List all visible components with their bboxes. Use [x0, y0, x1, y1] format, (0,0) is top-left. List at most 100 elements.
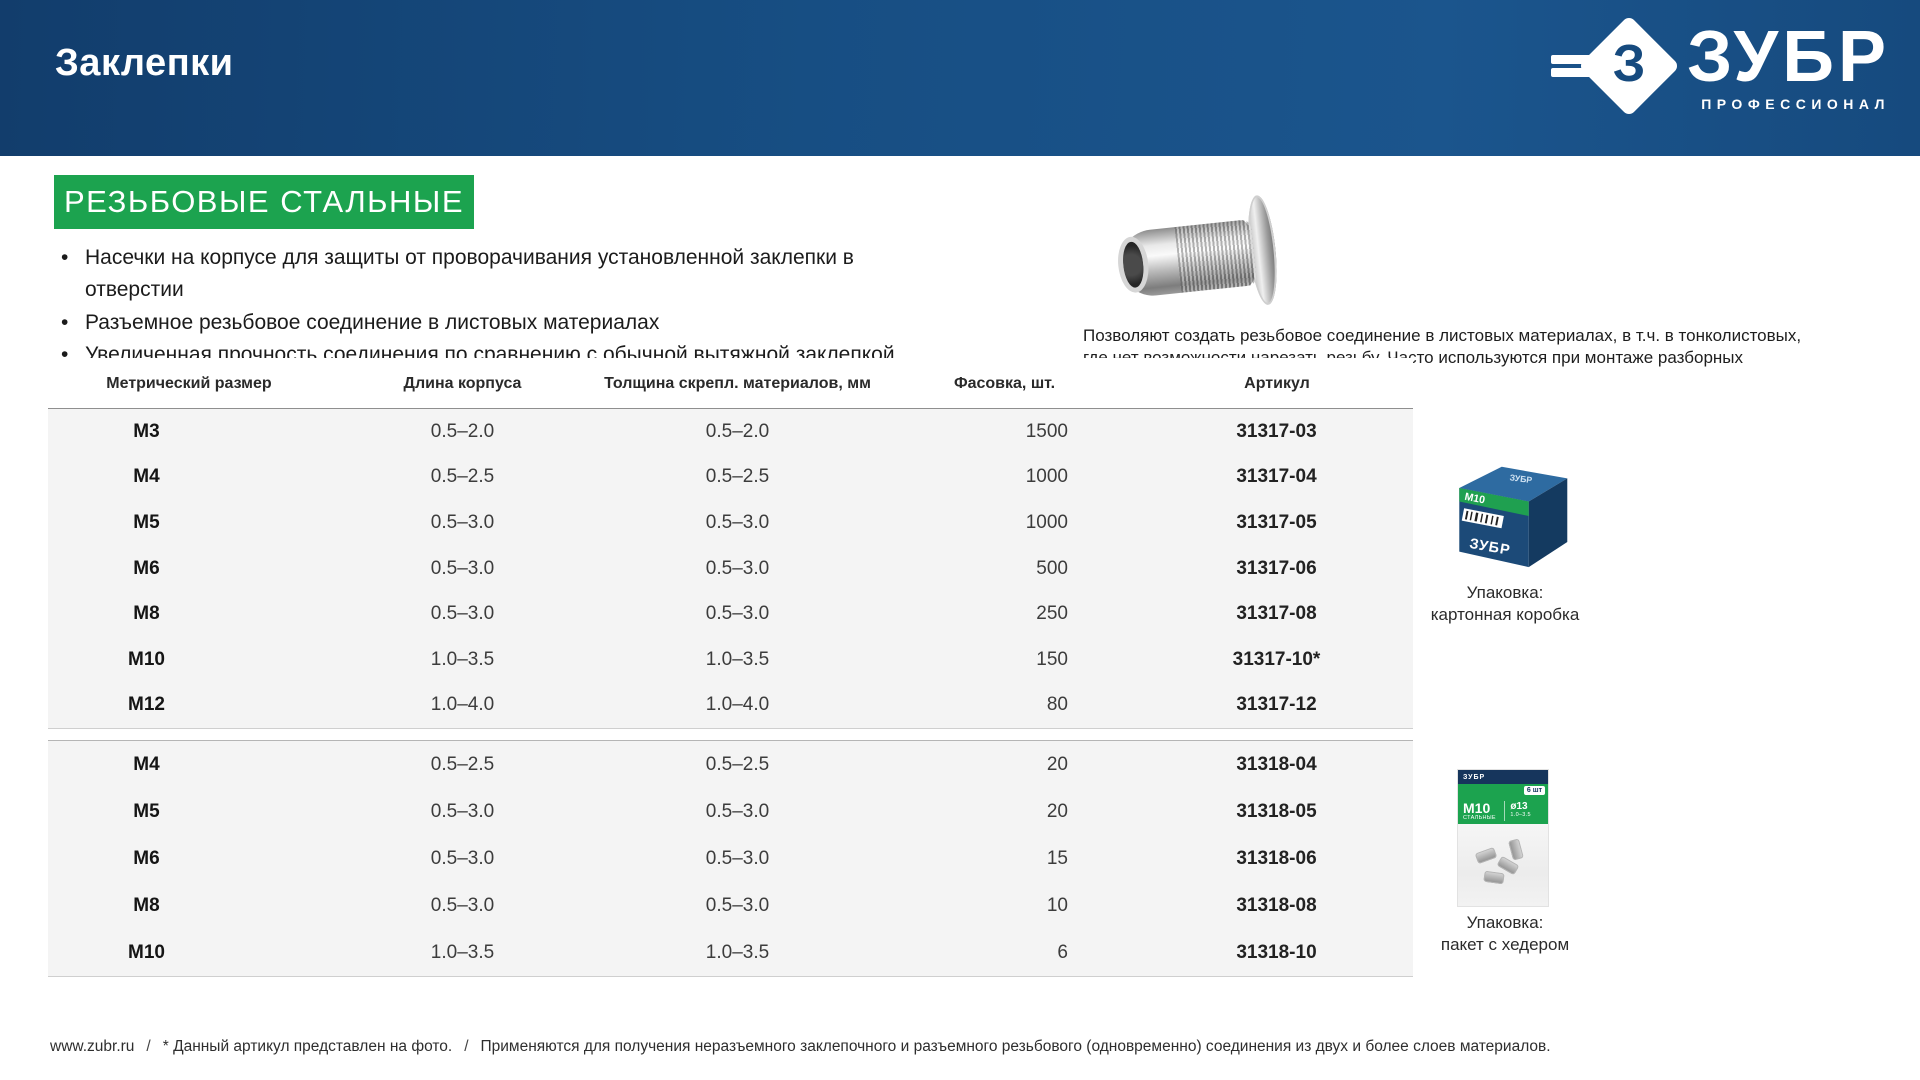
rivet-thumb [1475, 847, 1498, 864]
table-cell: 15 [880, 835, 1085, 882]
table-cell: 1.0–4.0 [595, 683, 880, 729]
table-cell: 0.5–2.0 [330, 409, 595, 455]
bag-range-label: 1.0–3.5 [1510, 812, 1530, 818]
brand-logo-text: ЗУБР ПРОФЕССИОНАЛ [1687, 21, 1890, 112]
table-cell: 0.5–3.0 [330, 788, 595, 835]
bag-header-card: 6 шт M10 СТАЛЬНЫЕ ø13 1.0–3.5 [1458, 784, 1548, 824]
table-cell: 31318-10 [1085, 929, 1413, 977]
table-cell: 1.0–4.0 [330, 683, 595, 729]
rivet-product-image [1116, 200, 1278, 318]
table-cell: 0.5–2.5 [595, 741, 880, 789]
table-cell: 0.5–2.0 [595, 409, 880, 455]
table-cell: 1.0–3.5 [330, 637, 595, 683]
footer-note-usage: Применяются для получения неразъемного з… [481, 1038, 1551, 1055]
rivet-knurl [1175, 219, 1257, 293]
table-cell: 150 [880, 637, 1085, 683]
table-cell: 31317-05 [1085, 500, 1413, 546]
table-cell: 31317-06 [1085, 546, 1413, 592]
table-cell: 0.5–3.0 [595, 835, 880, 882]
table-cell: 80 [880, 683, 1085, 729]
page-title: Заклепки [55, 42, 234, 85]
table-cell: 31317-04 [1085, 455, 1413, 501]
bag-size-cell: M10 СТАЛЬНЫЕ [1458, 801, 1505, 821]
package-bag-image: ЗУБР 6 шт M10 СТАЛЬНЫЕ ø13 1.0–3.5 [1458, 770, 1548, 906]
table-cell: 20 [880, 788, 1085, 835]
table-cell: М8 [48, 591, 330, 637]
package-caption-line: Упаковка: [1405, 912, 1605, 934]
table-cell: М10 [48, 637, 330, 683]
table-cell: 500 [880, 546, 1085, 592]
table-cell: 0.5–3.0 [330, 835, 595, 882]
table-cell: 0.5–3.0 [595, 500, 880, 546]
table-row: М40.5–2.50.5–2.5100031317-04 [48, 455, 1413, 501]
bag-body [1458, 824, 1548, 906]
column-header-metric-size: Метрический размер [48, 358, 330, 409]
package-caption-line: пакет с хедером [1405, 934, 1605, 956]
products-table-box: Метрический размер Длина корпуса Толщина… [48, 358, 1413, 729]
table-cell: 31317-08 [1085, 591, 1413, 637]
table-row: М40.5–2.50.5–2.52031318-04 [48, 741, 1413, 789]
table-cell: 1.0–3.5 [330, 929, 595, 977]
rivet-thumb [1508, 838, 1524, 860]
feature-item: Насечки на корпусе для защиты от провора… [55, 242, 895, 307]
table-cell: 31318-08 [1085, 882, 1413, 929]
table-cell: 0.5–3.0 [595, 546, 880, 592]
table-row: М60.5–3.00.5–3.050031317-06 [48, 546, 1413, 592]
table-cell: 0.5–3.0 [595, 882, 880, 929]
package-caption-bag: Упаковка: пакет с хедером [1405, 912, 1605, 955]
table-cell: М6 [48, 835, 330, 882]
table-cell: М4 [48, 455, 330, 501]
footer-note-photo: * Данный артикул представлен на фото. [163, 1038, 452, 1055]
logo-letter: З [1593, 28, 1665, 100]
table-cell: 31317-12 [1085, 683, 1413, 729]
table-cell: М5 [48, 788, 330, 835]
brand-subtitle: ПРОФЕССИОНАЛ [1701, 96, 1890, 112]
table-cell: 0.5–3.0 [595, 788, 880, 835]
bag-brand-strip: ЗУБР [1458, 770, 1548, 784]
table-body: М30.5–2.00.5–2.0150031317-03М40.5–2.50.5… [48, 409, 1413, 729]
table-body: М40.5–2.50.5–2.52031318-04М50.5–3.00.5–3… [48, 741, 1413, 977]
column-header-article: Артикул [1085, 358, 1413, 409]
table-cell: 31318-05 [1085, 788, 1413, 835]
catalog-page: Заклепки З ЗУБР ПРОФЕССИОНАЛ РЕЗЬБОВЫЕ С… [0, 0, 1920, 1080]
bag-spec-cell: ø13 1.0–3.5 [1505, 801, 1530, 821]
rivet-art [1110, 192, 1283, 326]
column-header-pack-qty: Фасовка, шт. [880, 358, 1085, 409]
table-cell: М5 [48, 500, 330, 546]
table-cell: 6 [880, 929, 1085, 977]
package-caption-line: Упаковка: [1405, 582, 1605, 604]
table-row: М50.5–3.00.5–3.02031318-05 [48, 788, 1413, 835]
site-link[interactable]: www.zubr.ru [50, 1038, 134, 1055]
table-cell: 1.0–3.5 [595, 929, 880, 977]
brand-logo-icon: З [1577, 18, 1673, 114]
table-cell: 0.5–2.5 [330, 455, 595, 501]
table-cell: 0.5–3.0 [330, 882, 595, 929]
table-cell: 0.5–3.0 [595, 591, 880, 637]
table-row: М80.5–3.00.5–3.01031318-08 [48, 882, 1413, 929]
table-cell: 250 [880, 591, 1085, 637]
table-cell: 1500 [880, 409, 1085, 455]
table-cell: 0.5–3.0 [330, 591, 595, 637]
rivet-thumb [1483, 871, 1504, 885]
table-row: М101.0–3.51.0–3.515031317-10* [48, 637, 1413, 683]
table-cell: 1000 [880, 500, 1085, 546]
section-badge: РЕЗЬБОВЫЕ СТАЛЬНЫЕ [54, 175, 474, 229]
bag-count-badge: 6 шт [1524, 786, 1545, 795]
package-caption-line: картонная коробка [1405, 604, 1605, 626]
brand-name: ЗУБР [1687, 21, 1890, 93]
table-cell: 31318-04 [1085, 741, 1413, 789]
brand-logo: З ЗУБР ПРОФЕССИОНАЛ [1577, 18, 1890, 114]
package-box-image: M10 ЗУБР ЗУБР [1440, 455, 1575, 581]
table-cell: М12 [48, 683, 330, 729]
table-cell: М6 [48, 546, 330, 592]
table-cell: М8 [48, 882, 330, 929]
page-header: Заклепки З ЗУБР ПРОФЕССИОНАЛ [0, 0, 1920, 156]
table-cell: 20 [880, 741, 1085, 789]
table-cell: 31317-03 [1085, 409, 1413, 455]
table-cell: 10 [880, 882, 1085, 929]
table-row: М60.5–3.00.5–3.01531318-06 [48, 835, 1413, 882]
package-caption-box: Упаковка: картонная коробка [1405, 582, 1605, 625]
table-row: М50.5–3.00.5–3.0100031317-05 [48, 500, 1413, 546]
table-cell: М10 [48, 929, 330, 977]
footer-separator: / [464, 1038, 468, 1055]
